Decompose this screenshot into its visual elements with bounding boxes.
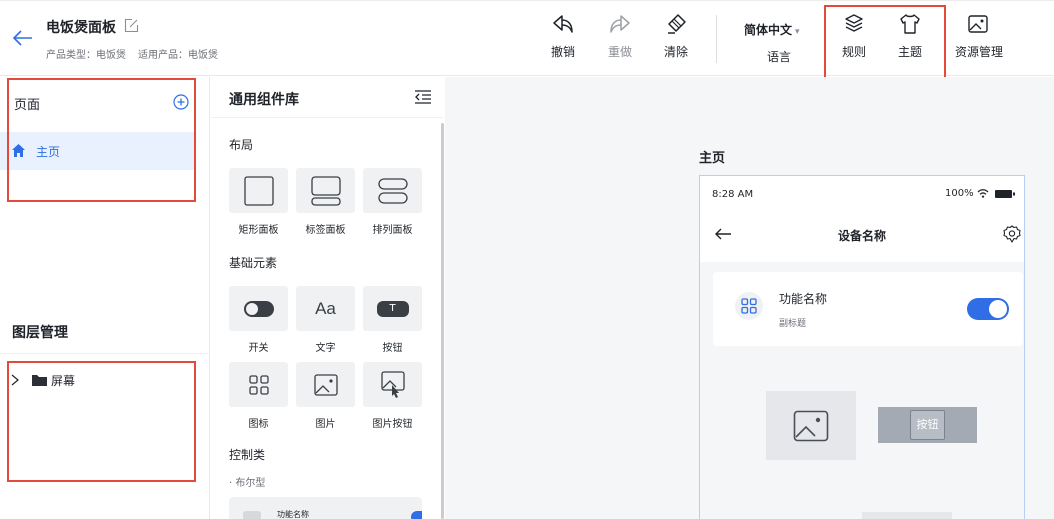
grid-icon [248,374,269,395]
wifi-icon [977,189,989,198]
redo-label: 重做 [607,45,632,59]
grid-icon [243,511,261,519]
component-icon[interactable]: 图标 [229,362,288,430]
component-label: 文字 [315,343,336,354]
switch-icon [243,300,274,317]
section-subtitle-boolean: · 布尔型 [229,478,266,489]
eraser-icon [668,14,686,34]
library-scrollbar[interactable] [441,123,444,519]
toolbar-divider [716,15,717,63]
component-label: 矩形面板 [238,225,279,236]
component-tile [229,168,288,213]
component-tile: T [363,286,422,331]
undo-icon [553,15,573,33]
component-rect-panel[interactable]: 矩形面板 [229,168,288,236]
redo-button[interactable]: 重做 [598,13,642,60]
applicable-product: 适用产品：电饭煲 [138,50,218,61]
canvas-page-title: 主页 [699,151,726,166]
grid-icon [741,298,757,314]
component-label: 图片按钮 [372,419,413,430]
back-arrow-icon[interactable] [12,29,34,47]
component-library: 通用组件库 布局 矩形面板 标签面板 排列面板 基础元素 开关 Aa 文字 T … [211,77,445,519]
layers-divider [0,353,210,354]
component-boolean-preview[interactable]: 功能名称 [229,497,422,519]
caret-down-icon: ▾ [795,27,800,37]
component-label: 按钮 [382,343,403,354]
highlight-box-layers [7,361,196,482]
design-canvas[interactable]: 主页 8:28 AM 100% 设备名称 功能名称 副标题 按钮 [445,77,1054,519]
component-text[interactable]: Aa 文字 [296,286,355,354]
button-t-glyph: T [389,302,396,314]
status-battery-text: 100% [945,188,974,199]
toggle-knob [989,300,1007,318]
edit-icon[interactable] [124,18,139,33]
text-aa-icon: Aa [315,298,336,318]
phone-header: 8:28 AM 100% 设备名称 [700,176,1024,262]
device-name-title: 设备名称 [837,229,886,243]
function-toggle[interactable] [967,298,1009,320]
button-t-icon: T [376,300,409,317]
product-type: 产品类型：电饭煲 [46,50,126,61]
gear-icon[interactable] [1003,225,1021,243]
redo-icon [610,15,630,33]
list-panel-icon [377,177,408,204]
image-icon [793,410,829,441]
layers-title: 图层管理 [12,325,68,341]
component-label: 排列面板 [372,225,413,236]
component-tab-panel[interactable]: 标签面板 [296,168,355,236]
toggle-preview [411,511,422,519]
image-button-icon [380,370,405,398]
section-title-layout: 布局 [229,138,254,152]
library-title: 通用组件库 [229,92,299,108]
component-label: 图片 [315,419,336,430]
component-tile [229,286,288,331]
clear-button[interactable]: 清除 [654,13,698,60]
component-image[interactable]: 图片 [296,362,355,430]
image-icon [968,15,988,33]
library-divider [211,117,443,118]
component-tile [363,168,422,213]
component-label: 标签面板 [305,225,346,236]
image-placeholder[interactable] [766,391,856,460]
collapse-panel-icon[interactable] [413,89,433,105]
component-tile [363,362,422,407]
clear-label: 清除 [663,45,688,59]
battery-icon [995,190,1015,198]
rect-panel-icon [243,175,274,206]
project-title: 电饭煲面板 [46,20,116,36]
bottom-element-placeholder[interactable] [862,512,952,519]
preview-label: 功能名称 [277,510,309,519]
button-placeholder[interactable]: 按钮 [878,407,977,443]
component-list-panel[interactable]: 排列面板 [363,168,422,236]
component-tile [296,362,355,407]
image-icon [313,373,338,396]
component-switch[interactable]: 开关 [229,286,288,354]
tab-panel-icon [310,175,341,206]
component-image-button[interactable]: 图片按钮 [363,362,422,430]
undo-label: 撤销 [550,45,575,59]
component-tile [229,362,288,407]
card-subtitle: 副标题 [779,319,807,329]
component-tile [296,168,355,213]
language-value: 简体中文 [744,23,793,37]
component-button[interactable]: T 按钮 [363,286,422,354]
component-tile: Aa [296,286,355,331]
language-select[interactable]: 简体中文 ▾ [744,21,800,38]
card-grid-icon [735,292,763,320]
function-card[interactable]: 功能名称 副标题 [713,272,1023,346]
section-title-control: 控制类 [229,448,266,462]
phone-preview[interactable]: 8:28 AM 100% 设备名称 功能名称 副标题 按钮 [699,175,1025,519]
resources-label: 资源管理 [955,45,1004,59]
status-time: 8:28 AM [712,189,754,200]
language-label: 语言 [767,50,792,64]
resources-button[interactable]: 资源管理 [955,13,1004,60]
project-meta: 产品类型：电饭煲 适用产品：电饭煲 [46,46,218,61]
card-title: 功能名称 [779,292,828,306]
button-label: 按钮 [910,410,945,440]
highlight-box-pages [7,78,196,202]
component-label: 开关 [248,343,269,354]
section-title-basic: 基础元素 [229,256,278,270]
component-label: 图标 [248,419,269,430]
undo-button[interactable]: 撤销 [541,13,585,60]
